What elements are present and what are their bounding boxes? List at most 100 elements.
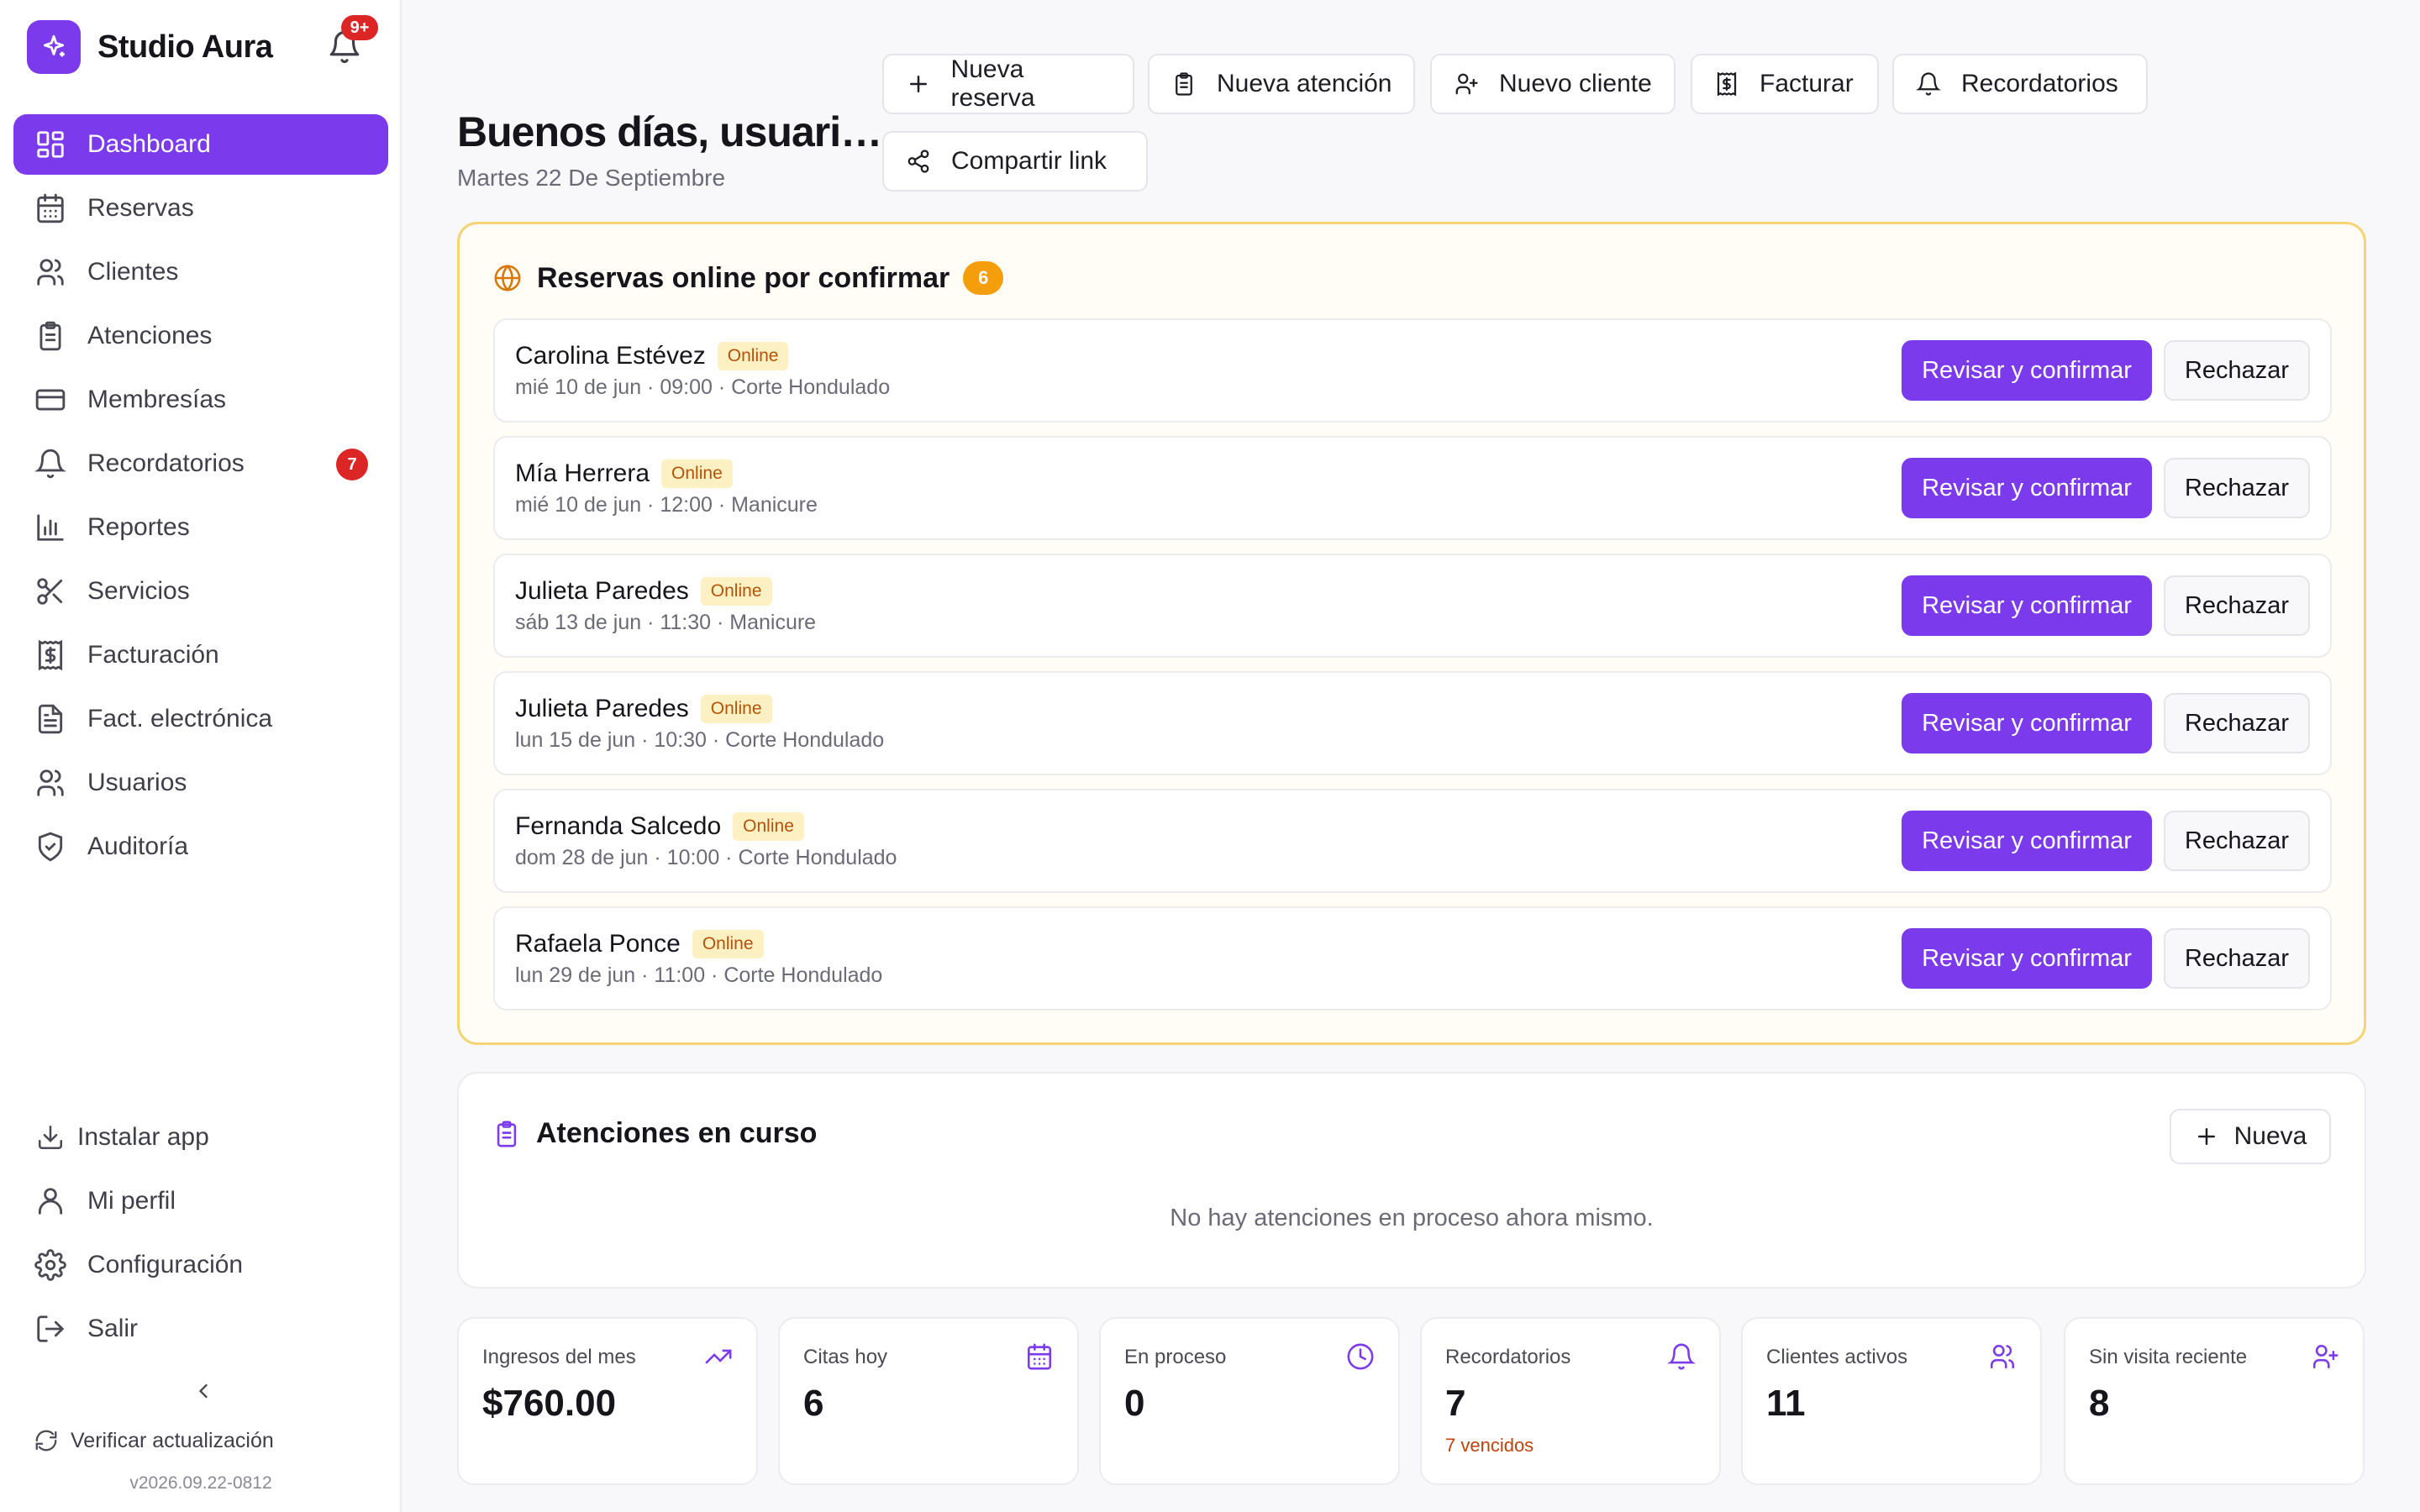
reservation-detail: mié 10 de jun · 12:00 · Manicure <box>515 493 818 517</box>
sidebar-item-facturacion[interactable]: Facturación <box>13 625 388 685</box>
sidebar-item-label: Reservas <box>87 194 194 222</box>
invoice-label: Facturar <box>1760 70 1854 97</box>
sidebar-item-label: Clientes <box>87 258 179 286</box>
new-attention-button[interactable]: Nueva atención <box>1148 54 1415 114</box>
logout-link[interactable]: Salir <box>13 1299 388 1359</box>
new-attention-inline-button[interactable]: Nueva <box>2170 1109 2331 1164</box>
online-tag: Online <box>717 342 789 370</box>
stat-value: 8 <box>2089 1383 2110 1424</box>
reject-button[interactable]: Rechazar <box>2164 811 2310 871</box>
users-icon <box>1988 1342 2017 1371</box>
share-link-button[interactable]: Compartir link <box>882 131 1148 192</box>
reservation-row: Mía Herrera Online mié 10 de jun · 12:00 … <box>493 436 2332 540</box>
clipboard-icon <box>492 1120 521 1148</box>
sidebar-item-label: Auditoría <box>87 832 189 860</box>
install-app-label: Instalar app <box>77 1123 209 1151</box>
client-name: Rafaela Ponce Online <box>515 930 764 958</box>
new-reservation-button[interactable]: Nueva reserva <box>882 54 1134 114</box>
sidebar-item-fact-electronica[interactable]: Fact. electrónica <box>13 689 388 749</box>
sidebar: Studio Aura 9+ Dashboard Reservas Client… <box>0 0 402 1512</box>
reservation-detail: lun 15 de jun · 10:30 · Corte Hondulado <box>515 728 885 752</box>
new-client-label: Nuevo cliente <box>1499 70 1652 97</box>
reservation-row: Julieta Paredes Online sáb 13 de jun · 11… <box>493 554 2332 658</box>
clipboard-icon <box>34 319 67 353</box>
sidebar-bottom: Instalar app Mi perfil Configuración Sal… <box>13 1107 388 1362</box>
new-client-button[interactable]: Nuevo cliente <box>1430 54 1676 114</box>
reminders-label: Recordatorios <box>1961 70 2118 97</box>
sidebar-item-recordatorios[interactable]: Recordatorios 7 <box>13 433 388 494</box>
client-name: Julieta Paredes Online <box>515 695 772 723</box>
online-tag: Online <box>692 930 764 958</box>
reservation-row: Julieta Paredes Online lun 15 de jun · 10… <box>493 671 2332 775</box>
stat-value: 7 <box>1445 1383 1466 1424</box>
reservation-row: Rafaela Ponce Online lun 29 de jun · 11:0… <box>493 906 2332 1011</box>
sidebar-item-reservas[interactable]: Reservas <box>13 178 388 239</box>
sidebar-item-reportes[interactable]: Reportes <box>13 497 388 558</box>
reject-button[interactable]: Rechazar <box>2164 693 2310 753</box>
file-text-icon <box>34 702 67 736</box>
reservation-row: Carolina Estévez Online mié 10 de jun · 0… <box>493 318 2332 423</box>
download-icon <box>34 1121 67 1154</box>
sidebar-item-dashboard[interactable]: Dashboard <box>13 114 388 175</box>
reminders-badge: 7 <box>336 449 368 480</box>
stat-label: Recordatorios <box>1445 1346 1571 1368</box>
pending-header: Reservas online por confirmar 6 <box>493 261 1004 295</box>
trending-up-icon <box>704 1342 733 1371</box>
review-confirm-button[interactable]: Revisar y confirmar <box>1902 693 2152 753</box>
review-confirm-button[interactable]: Revisar y confirmar <box>1902 811 2152 871</box>
sidebar-item-auditoria[interactable]: Auditoría <box>13 816 388 877</box>
client-name-text: Fernanda Salcedo <box>515 812 722 840</box>
install-app-button[interactable]: Instalar app <box>13 1107 388 1168</box>
sidebar-item-servicios[interactable]: Servicios <box>13 561 388 622</box>
reject-button[interactable]: Rechazar <box>2164 340 2310 401</box>
sparkle-logo-icon <box>27 20 81 74</box>
reservation-row: Fernanda Salcedo Online dom 28 de jun · 1… <box>493 789 2332 893</box>
pending-online-reservations: Reservas online por confirmar 6 Carolina… <box>457 222 2366 1045</box>
reminders-button[interactable]: Recordatorios <box>1892 54 2148 114</box>
current-date: Martes 22 De Septiembre <box>457 165 726 191</box>
pending-title: Reservas online por confirmar <box>537 261 950 294</box>
page-title: Buenos días, usuari… <box>457 108 882 155</box>
sidebar-item-atenciones[interactable]: Atenciones <box>13 306 388 366</box>
stat-value: 0 <box>1124 1383 1145 1424</box>
review-confirm-button[interactable]: Revisar y confirmar <box>1902 458 2152 518</box>
sidebar-item-label: Facturación <box>87 641 219 669</box>
pending-count-badge: 6 <box>963 261 1004 295</box>
user-plus-icon <box>2311 1342 2339 1371</box>
user-plus-icon <box>1452 70 1481 98</box>
reject-button[interactable]: Rechazar <box>2164 575 2310 636</box>
sidebar-item-usuarios[interactable]: Usuarios <box>13 753 388 813</box>
logout-label: Salir <box>87 1315 139 1342</box>
share-link-label: Compartir link <box>951 147 1107 175</box>
invoice-button[interactable]: Facturar <box>1691 54 1879 114</box>
sidebar-item-label: Fact. electrónica <box>87 705 273 732</box>
stat-value: 6 <box>803 1383 824 1424</box>
clipboard-icon <box>1170 70 1198 98</box>
app-version: v2026.09.22-0812 <box>129 1473 272 1493</box>
sidebar-item-clientes[interactable]: Clientes <box>13 242 388 302</box>
sidebar-item-label: Dashboard <box>87 130 211 158</box>
stat-card-active-clients: Clientes activos 11 <box>1741 1317 2042 1485</box>
reject-button[interactable]: Rechazar <box>2164 928 2310 989</box>
sidebar-item-label: Atenciones <box>87 322 213 349</box>
brand-name: Studio Aura <box>97 29 273 65</box>
review-confirm-button[interactable]: Revisar y confirmar <box>1902 340 2152 401</box>
reject-button[interactable]: Rechazar <box>2164 458 2310 518</box>
sidebar-item-membresias[interactable]: Membresías <box>13 370 388 430</box>
settings-link[interactable]: Configuración <box>13 1235 388 1295</box>
sidebar-nav: Dashboard Reservas Clientes Atenciones M… <box>13 114 388 880</box>
collapse-sidebar-button[interactable] <box>187 1374 220 1408</box>
new-attention-label: Nueva atención <box>1217 70 1392 97</box>
plus-icon <box>2194 1124 2219 1149</box>
review-confirm-button[interactable]: Revisar y confirmar <box>1902 575 2152 636</box>
receipt-icon <box>1712 70 1741 98</box>
stat-card-no-recent-visit: Sin visita reciente 8 <box>2064 1317 2365 1485</box>
sidebar-item-label: Recordatorios <box>87 449 245 477</box>
client-name: Julieta Paredes Online <box>515 577 772 606</box>
review-confirm-button[interactable]: Revisar y confirmar <box>1902 928 2152 989</box>
stat-label: En proceso <box>1124 1346 1227 1368</box>
check-update-button[interactable]: Verificar actualización <box>34 1428 274 1453</box>
profile-link[interactable]: Mi perfil <box>13 1171 388 1231</box>
client-name-text: Mía Herrera <box>515 459 650 487</box>
bell-icon <box>34 447 67 480</box>
